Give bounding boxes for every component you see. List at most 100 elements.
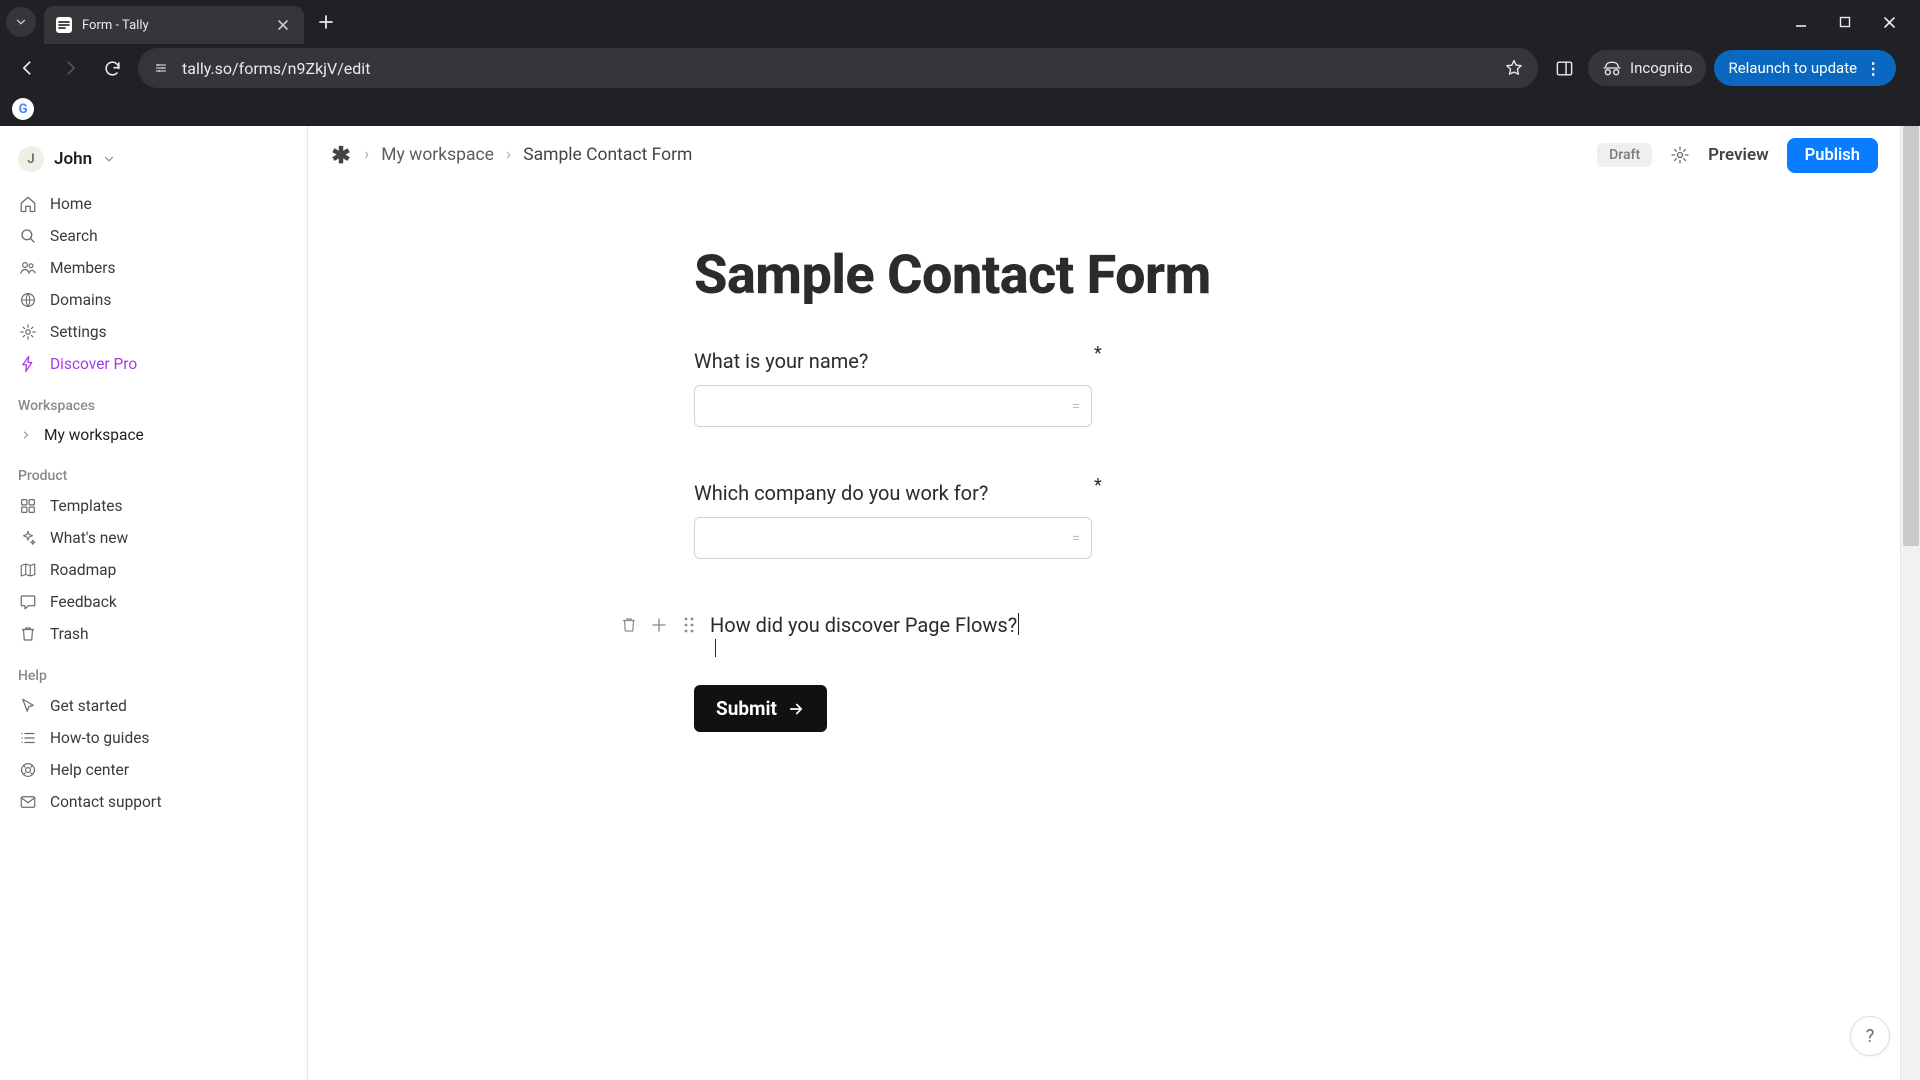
resize-handle-icon[interactable]: = xyxy=(1072,397,1080,415)
incognito-label: Incognito xyxy=(1630,59,1692,77)
chevron-right-icon: › xyxy=(506,145,511,165)
new-tab-button[interactable] xyxy=(312,8,340,36)
sidebar-item-label: Settings xyxy=(50,323,107,341)
sidebar-item-home[interactable]: Home xyxy=(10,188,297,220)
window-minimize-button[interactable] xyxy=(1792,13,1810,31)
add-block-button[interactable] xyxy=(648,614,670,636)
mail-icon xyxy=(18,792,38,812)
globe-icon xyxy=(18,290,38,310)
sidebar-item-domains[interactable]: Domains xyxy=(10,284,297,316)
url-text: tally.so/forms/n9ZkjV/edit xyxy=(182,59,1492,78)
form-title[interactable]: Sample Contact Form xyxy=(694,244,1514,307)
question-block-editing[interactable]: How did you discover Page Flows? xyxy=(618,613,1514,637)
answer-input[interactable] xyxy=(694,385,1092,427)
drag-handle-icon xyxy=(682,616,696,634)
sidebar-item-label: How-to guides xyxy=(50,729,149,747)
search-tabs-button[interactable] xyxy=(6,7,36,37)
publish-button[interactable]: Publish xyxy=(1787,138,1878,173)
arrow-left-icon xyxy=(18,58,38,78)
tally-logo-icon[interactable]: ✱ xyxy=(330,144,352,166)
main-column: ✱ › My workspace › Sample Contact Form D… xyxy=(308,126,1900,1080)
toolbar-right: Incognito Relaunch to update ⋮ xyxy=(1548,50,1896,86)
workspace-item[interactable]: My workspace xyxy=(10,420,297,450)
sidebar-item-label: Contact support xyxy=(50,793,162,811)
nav-reload-button[interactable] xyxy=(96,52,128,84)
sidebar-item-how-to-guides[interactable]: How-to guides xyxy=(10,722,297,754)
window-maximize-button[interactable] xyxy=(1836,13,1854,31)
question-label-editing[interactable]: How did you discover Page Flows? xyxy=(710,613,1019,637)
required-indicator: * xyxy=(1094,343,1102,364)
side-panel-button[interactable] xyxy=(1548,52,1580,84)
question-block-1[interactable]: What is your name? = * xyxy=(694,349,1514,427)
close-icon xyxy=(1883,16,1896,29)
sidebar-item-members[interactable]: Members xyxy=(10,252,297,284)
bookmark-star-button[interactable] xyxy=(1504,58,1524,78)
form-settings-button[interactable] xyxy=(1670,145,1690,165)
bookmark-google[interactable]: G xyxy=(12,98,34,120)
question-icon: ? xyxy=(1866,1026,1875,1047)
section-help-label: Help xyxy=(10,650,297,690)
address-bar[interactable]: tally.so/forms/n9ZkjV/edit xyxy=(138,48,1538,88)
answer-input[interactable] xyxy=(694,517,1092,559)
sidebar-item-templates[interactable]: Templates xyxy=(10,490,297,522)
arrow-right-icon xyxy=(60,58,80,78)
scrollbar-thumb[interactable] xyxy=(1903,126,1919,546)
question-label[interactable]: What is your name? xyxy=(694,349,1514,373)
sidebar-item-help-center[interactable]: Help center xyxy=(10,754,297,786)
sidebar-item-trash[interactable]: Trash xyxy=(10,618,297,650)
submit-button[interactable]: Submit xyxy=(694,685,827,732)
resize-handle-icon[interactable]: = xyxy=(1072,529,1080,547)
sidebar-item-label: Get started xyxy=(50,697,127,715)
sidebar-item-label: Roadmap xyxy=(50,561,116,579)
chevron-down-icon xyxy=(14,15,28,29)
star-icon xyxy=(1504,58,1524,78)
editor-canvas[interactable]: Sample Contact Form What is your name? =… xyxy=(308,184,1900,1080)
sidebar-item-label: Home xyxy=(50,195,92,213)
sidebar-item-discover-pro[interactable]: Discover Pro xyxy=(10,348,297,380)
vertical-scrollbar[interactable] xyxy=(1900,126,1920,1080)
relaunch-label: Relaunch to update xyxy=(1728,59,1857,77)
breadcrumb-workspace[interactable]: My workspace xyxy=(381,145,494,165)
sidebar-item-get-started[interactable]: Get started xyxy=(10,690,297,722)
window-close-button[interactable] xyxy=(1880,13,1898,31)
sidebar-item-label: Domains xyxy=(50,291,111,309)
sidebar-item-label: Help center xyxy=(50,761,129,779)
list-icon xyxy=(18,728,38,748)
nav-forward-button[interactable] xyxy=(54,52,86,84)
drag-handle[interactable] xyxy=(678,614,700,636)
question-block-2[interactable]: Which company do you work for? = * xyxy=(694,481,1514,559)
window-controls xyxy=(1792,13,1910,31)
user-switcher[interactable]: J John xyxy=(10,138,297,188)
sidebar-item-label: Trash xyxy=(50,625,89,643)
bolt-icon xyxy=(18,354,38,374)
close-icon xyxy=(277,19,289,31)
life-ring-icon xyxy=(18,760,38,780)
home-icon xyxy=(18,194,38,214)
preview-button[interactable]: Preview xyxy=(1708,145,1769,165)
nav-back-button[interactable] xyxy=(12,52,44,84)
editor-actions: Draft Preview Publish xyxy=(1597,138,1878,173)
sidebar-item-roadmap[interactable]: Roadmap xyxy=(10,554,297,586)
delete-block-button[interactable] xyxy=(618,614,640,636)
sidebar-item-search[interactable]: Search xyxy=(10,220,297,252)
members-icon xyxy=(18,258,38,278)
sidebar-item-settings[interactable]: Settings xyxy=(10,316,297,348)
sidebar-item-whats-new[interactable]: What's new xyxy=(10,522,297,554)
breadcrumb-form[interactable]: Sample Contact Form xyxy=(523,145,692,165)
chevron-down-icon xyxy=(102,152,116,166)
browser-tab-active[interactable]: Form - Tally xyxy=(44,6,304,44)
sidebar-item-label: What's new xyxy=(50,529,128,547)
site-settings-icon[interactable] xyxy=(152,59,170,77)
incognito-indicator[interactable]: Incognito xyxy=(1588,50,1706,86)
relaunch-button[interactable]: Relaunch to update ⋮ xyxy=(1714,50,1896,86)
sidebar-item-feedback[interactable]: Feedback xyxy=(10,586,297,618)
gear-icon xyxy=(1670,145,1690,165)
maximize-icon xyxy=(1839,16,1851,28)
question-label[interactable]: Which company do you work for? xyxy=(694,481,1514,505)
cursor-icon xyxy=(18,696,38,716)
reload-icon xyxy=(103,59,122,78)
help-fab[interactable]: ? xyxy=(1850,1016,1890,1056)
arrow-right-icon xyxy=(787,700,805,718)
close-tab-button[interactable] xyxy=(274,16,292,34)
sidebar-item-contact-support[interactable]: Contact support xyxy=(10,786,297,818)
